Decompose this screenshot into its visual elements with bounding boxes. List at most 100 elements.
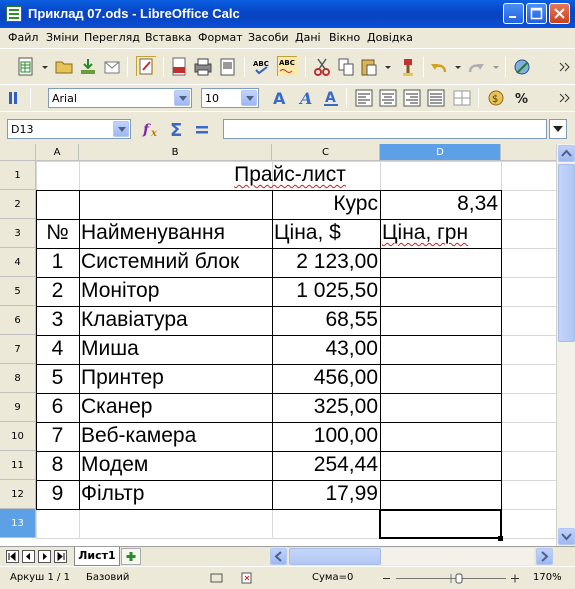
- redo-icon[interactable]: [466, 57, 486, 77]
- row-header-10[interactable]: 10: [0, 422, 36, 451]
- zoom-slider[interactable]: [382, 572, 522, 585]
- menu-file[interactable]: Файл: [8, 31, 38, 44]
- rate-value[interactable]: 8,34: [380, 190, 498, 218]
- item-number-cell[interactable]: 7: [36, 422, 79, 450]
- edit-mode-icon[interactable]: [136, 56, 156, 76]
- row-header-3[interactable]: 3: [0, 219, 36, 248]
- rate-label[interactable]: Курс: [272, 190, 378, 218]
- underline-icon[interactable]: A: [322, 88, 342, 108]
- item-name-cell[interactable]: Миша: [81, 335, 272, 363]
- row-header-1[interactable]: 1: [0, 161, 36, 190]
- row-header-4[interactable]: 4: [0, 248, 36, 277]
- name-box[interactable]: D13: [7, 119, 131, 139]
- row-header-7[interactable]: 7: [0, 335, 36, 364]
- formula-icon[interactable]: [192, 119, 212, 139]
- row-header-13[interactable]: 13: [0, 509, 36, 538]
- item-number-cell[interactable]: 1: [36, 248, 79, 276]
- undo-icon[interactable]: [429, 57, 449, 77]
- first-sheet-button[interactable]: [6, 550, 19, 563]
- expand-formula-button[interactable]: [549, 119, 567, 139]
- print-preview-icon[interactable]: [218, 57, 238, 77]
- menu-edit[interactable]: Зміни: [46, 31, 79, 44]
- active-cell-cursor[interactable]: [379, 509, 502, 539]
- vertical-scrollbar[interactable]: [556, 144, 575, 546]
- currency-format-icon[interactable]: $: [486, 88, 506, 108]
- menu-help[interactable]: Довідка: [367, 31, 413, 44]
- row-header-12[interactable]: 12: [0, 480, 36, 509]
- item-price-cell[interactable]: 43,00: [272, 335, 378, 363]
- item-name-cell[interactable]: Сканер: [81, 393, 272, 421]
- justify-icon[interactable]: [426, 88, 446, 108]
- row-header-5[interactable]: 5: [0, 277, 36, 306]
- align-right-icon[interactable]: [402, 88, 422, 108]
- formula-input[interactable]: [223, 119, 547, 139]
- chevron-down-icon[interactable]: [113, 121, 129, 137]
- italic-icon[interactable]: A: [296, 88, 316, 108]
- font-size-combo[interactable]: 10: [201, 88, 259, 108]
- add-sheet-button[interactable]: [121, 548, 141, 565]
- merge-cells-icon[interactable]: [452, 88, 472, 108]
- header-num[interactable]: №: [36, 219, 79, 247]
- align-left-icon[interactable]: [354, 88, 374, 108]
- styles-icon[interactable]: [6, 88, 26, 108]
- scroll-right-button[interactable]: [536, 548, 553, 565]
- column-header-a[interactable]: A: [36, 144, 79, 161]
- horizontal-scroll-thumb[interactable]: [289, 548, 381, 565]
- horizontal-scrollbar[interactable]: [289, 548, 534, 565]
- item-price-cell[interactable]: 100,00: [272, 422, 378, 450]
- bold-icon[interactable]: A: [270, 88, 290, 108]
- item-name-cell[interactable]: Фільтр: [81, 480, 272, 508]
- item-number-cell[interactable]: 5: [36, 364, 79, 392]
- close-button[interactable]: [549, 3, 570, 24]
- header-price-usd[interactable]: Ціна, $: [274, 219, 380, 247]
- row-header-8[interactable]: 8: [0, 364, 36, 393]
- cut-icon[interactable]: [312, 57, 332, 77]
- last-sheet-button[interactable]: [54, 550, 67, 563]
- spreadsheet-grid[interactable]: A B C D 1 2 3 4 5 6 7 8 9 10 11 12 13 Прайс-лист Кур…: [0, 144, 575, 546]
- header-price-uah[interactable]: Ціна, грн: [382, 219, 500, 247]
- sheet-tab-active[interactable]: Лист1: [74, 547, 120, 566]
- select-all-corner[interactable]: [0, 144, 36, 161]
- clone-formatting-icon[interactable]: [398, 57, 418, 77]
- item-name-cell[interactable]: Веб-камера: [81, 422, 272, 450]
- open-folder-icon[interactable]: [54, 57, 74, 77]
- item-price-cell[interactable]: 325,00: [272, 393, 378, 421]
- save-icon[interactable]: [78, 57, 98, 77]
- paste-icon[interactable]: [359, 57, 379, 77]
- price-list-title[interactable]: Прайс-лист: [79, 161, 501, 189]
- menu-data[interactable]: Дані: [295, 31, 321, 44]
- align-center-icon[interactable]: [378, 88, 398, 108]
- menu-view[interactable]: Перегляд: [84, 31, 140, 44]
- column-header-c[interactable]: C: [272, 144, 380, 161]
- chevron-down-icon[interactable]: [174, 90, 190, 106]
- header-name[interactable]: Найменування: [81, 219, 272, 247]
- menu-format[interactable]: Формат: [198, 31, 243, 44]
- item-price-cell[interactable]: 254,44: [272, 451, 378, 479]
- scroll-thumb[interactable]: [558, 164, 575, 342]
- item-price-cell[interactable]: 68,55: [272, 306, 378, 334]
- menu-window[interactable]: Вікно: [329, 31, 360, 44]
- item-number-cell[interactable]: 6: [36, 393, 79, 421]
- column-header-d[interactable]: D: [380, 144, 501, 161]
- row-header-6[interactable]: 6: [0, 306, 36, 335]
- toolbar-overflow-icon[interactable]: [555, 57, 575, 77]
- item-name-cell[interactable]: Модем: [81, 451, 272, 479]
- menu-tools[interactable]: Засоби: [248, 31, 289, 44]
- sum-icon[interactable]: Σ: [167, 119, 187, 139]
- column-header-b[interactable]: B: [79, 144, 272, 161]
- fill-handle[interactable]: [498, 536, 503, 541]
- chevron-down-icon[interactable]: [241, 90, 257, 106]
- next-sheet-button[interactable]: [38, 550, 51, 563]
- scroll-down-button[interactable]: [558, 528, 575, 545]
- item-name-cell[interactable]: Системний блок: [81, 248, 272, 276]
- function-wizard-icon[interactable]: fx: [142, 119, 162, 139]
- item-number-cell[interactable]: 9: [36, 480, 79, 508]
- scroll-up-button[interactable]: [558, 145, 575, 162]
- export-pdf-icon[interactable]: [169, 57, 189, 77]
- zoom-level[interactable]: 170%: [533, 572, 562, 583]
- spellcheck-icon[interactable]: ABC: [252, 57, 272, 77]
- item-number-cell[interactable]: 3: [36, 306, 79, 334]
- item-name-cell[interactable]: Монітор: [81, 277, 272, 305]
- print-icon[interactable]: [193, 57, 213, 77]
- menu-insert[interactable]: Вставка: [145, 31, 192, 44]
